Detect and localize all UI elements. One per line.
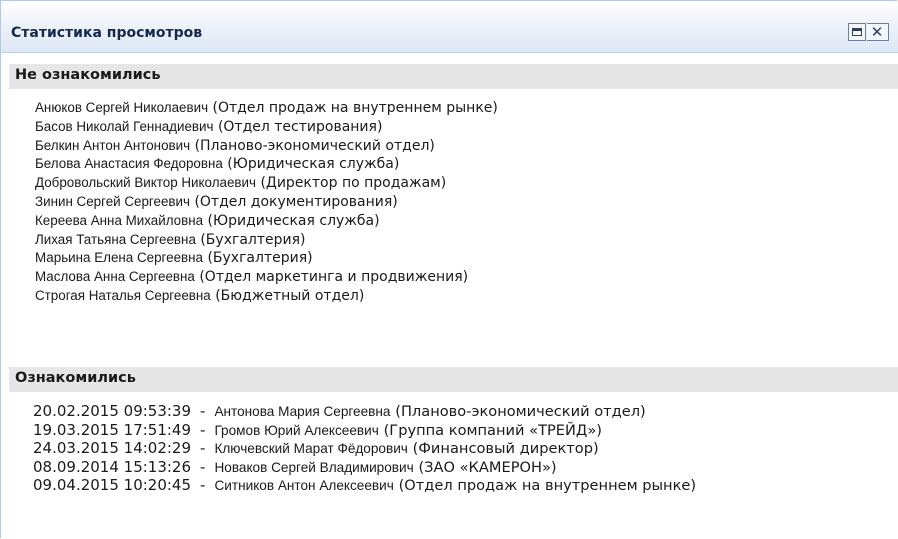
person-name: Басов Николай Геннадиевич [35,118,214,134]
list-item: Маслова Анна Сергеевна (Отдел маркетинга… [35,268,498,287]
person-name: Зинин Сергей Сергеевич [35,193,190,209]
person-department: (Отдел продаж на внутреннем рынке) [212,100,498,116]
person-department: (Юридическая служба) [207,212,380,229]
person-name: Анюков Сергей Николаевич [35,100,209,115]
list-item: Зинин Сергей Сергеевич (Отдел документир… [35,193,498,212]
person-name: Кереева Анна Михайловна [35,212,204,228]
person-name: Ситников Антон Алексеевич [214,478,394,493]
person-name: Марьина Елена Сергеевна [35,250,203,266]
person-name: Лихая Татьяна Сергеевна [35,231,196,247]
person-department: (Планово-экономический отдел) [194,137,435,154]
list-item: 08.09.2014 15:13:26- Новаков Сергей Влади… [33,458,696,477]
person-department: (Отдел продаж на внутреннем рынке) [398,477,697,494]
person-department: (Отдел тестирования) [217,118,383,135]
list-item: Строгая Наталья Сергеевна (Бюджетный отд… [35,287,498,306]
close-icon: ✕ [870,23,884,41]
list-item: Белкин Антон Антонович (Планово-экономич… [35,137,498,156]
section-title-read: Ознакомились [15,370,136,386]
not-read-list: Анюков Сергей Николаевич (Отдел продаж н… [35,99,498,306]
person-name: Добровольский Виктор Николаевич [35,175,256,191]
view-timestamp: 09.04.2015 10:20:45 [33,476,192,494]
maximize-button[interactable] [848,23,866,41]
person-name: Антонова Мария Сергеевна [214,404,391,419]
maximize-icon [852,28,862,36]
separator: - [200,439,206,457]
list-item: Басов Николай Геннадиевич (Отдел тестиро… [35,118,498,137]
person-department: (Бухгалтерия) [207,250,313,267]
person-name: Белова Анастасия Федоровна [35,156,223,172]
list-item: Анюков Сергей Николаевич (Отдел продаж н… [35,99,498,118]
window-titlebar[interactable]: Статистика просмотров ✕ [1,1,898,53]
list-item: 09.04.2015 10:20:45- Ситников Антон Алекс… [33,476,696,495]
person-department: (Отдел документирования) [194,193,398,210]
person-name: Строгая Наталья Сергеевна [35,287,211,303]
person-department: (Бухгалтерия) [200,231,306,248]
list-item: Кереева Анна Михайловна (Юридическая слу… [35,212,498,231]
list-item: Добровольский Виктор Николаевич (Директо… [35,174,498,193]
person-name: Громов Юрий Алексеевич [214,422,379,438]
section-header-not-read: Не ознакомились [9,64,898,89]
view-timestamp: 08.09.2014 15:13:26 [33,457,192,476]
view-timestamp: 19.03.2015 17:51:49 [33,420,192,439]
person-department: (Бюджетный отдел) [215,287,365,304]
person-name: Белкин Антон Антонович [35,137,191,153]
person-department: (Финансовый директор) [412,440,599,457]
view-timestamp: 24.03.2015 14:02:29 [33,439,192,457]
list-item: Марьина Елена Сергеевна (Бухгалтерия) [35,249,498,268]
person-department: (Юридическая служба) [227,156,400,173]
person-department: (Директор по продажам) [260,175,447,192]
person-department: (Отдел маркетинга и продвижения) [199,269,469,286]
section-header-read: Ознакомились [9,367,898,392]
close-button[interactable]: ✕ [867,23,889,41]
list-item: Лихая Татьяна Сергеевна (Бухгалтерия) [35,231,498,250]
view-timestamp: 20.02.2015 09:53:39 [33,402,192,420]
window-title: Статистика просмотров [11,25,203,41]
separator: - [200,402,206,420]
person-department: (Группа компаний «ТРЕЙД») [383,421,602,439]
person-department: (ЗАО «КАМЕРОН») [418,458,557,476]
separator: - [200,476,206,494]
list-item: 20.02.2015 09:53:39- Антонова Мария Серге… [33,402,696,421]
list-item: 24.03.2015 14:02:29- Ключевский Марат Фёд… [33,439,696,458]
person-name: Ключевский Марат Фёдорович [214,441,408,456]
read-list: 20.02.2015 09:53:39- Антонова Мария Серге… [33,402,696,495]
separator: - [200,420,206,439]
separator: - [200,457,206,476]
list-item: 19.03.2015 17:51:49- Громов Юрий Алексеев… [33,421,696,440]
person-name: Новаков Сергей Владимирович [214,459,414,475]
person-department: (Планово-экономический отдел) [395,403,646,420]
list-item: Белова Анастасия Федоровна (Юридическая … [35,155,498,174]
view-statistics-window: Статистика просмотров ✕ Не ознакомились … [0,0,898,538]
section-title-not-read: Не ознакомились [15,67,161,83]
person-name: Маслова Анна Сергеевна [35,269,195,285]
